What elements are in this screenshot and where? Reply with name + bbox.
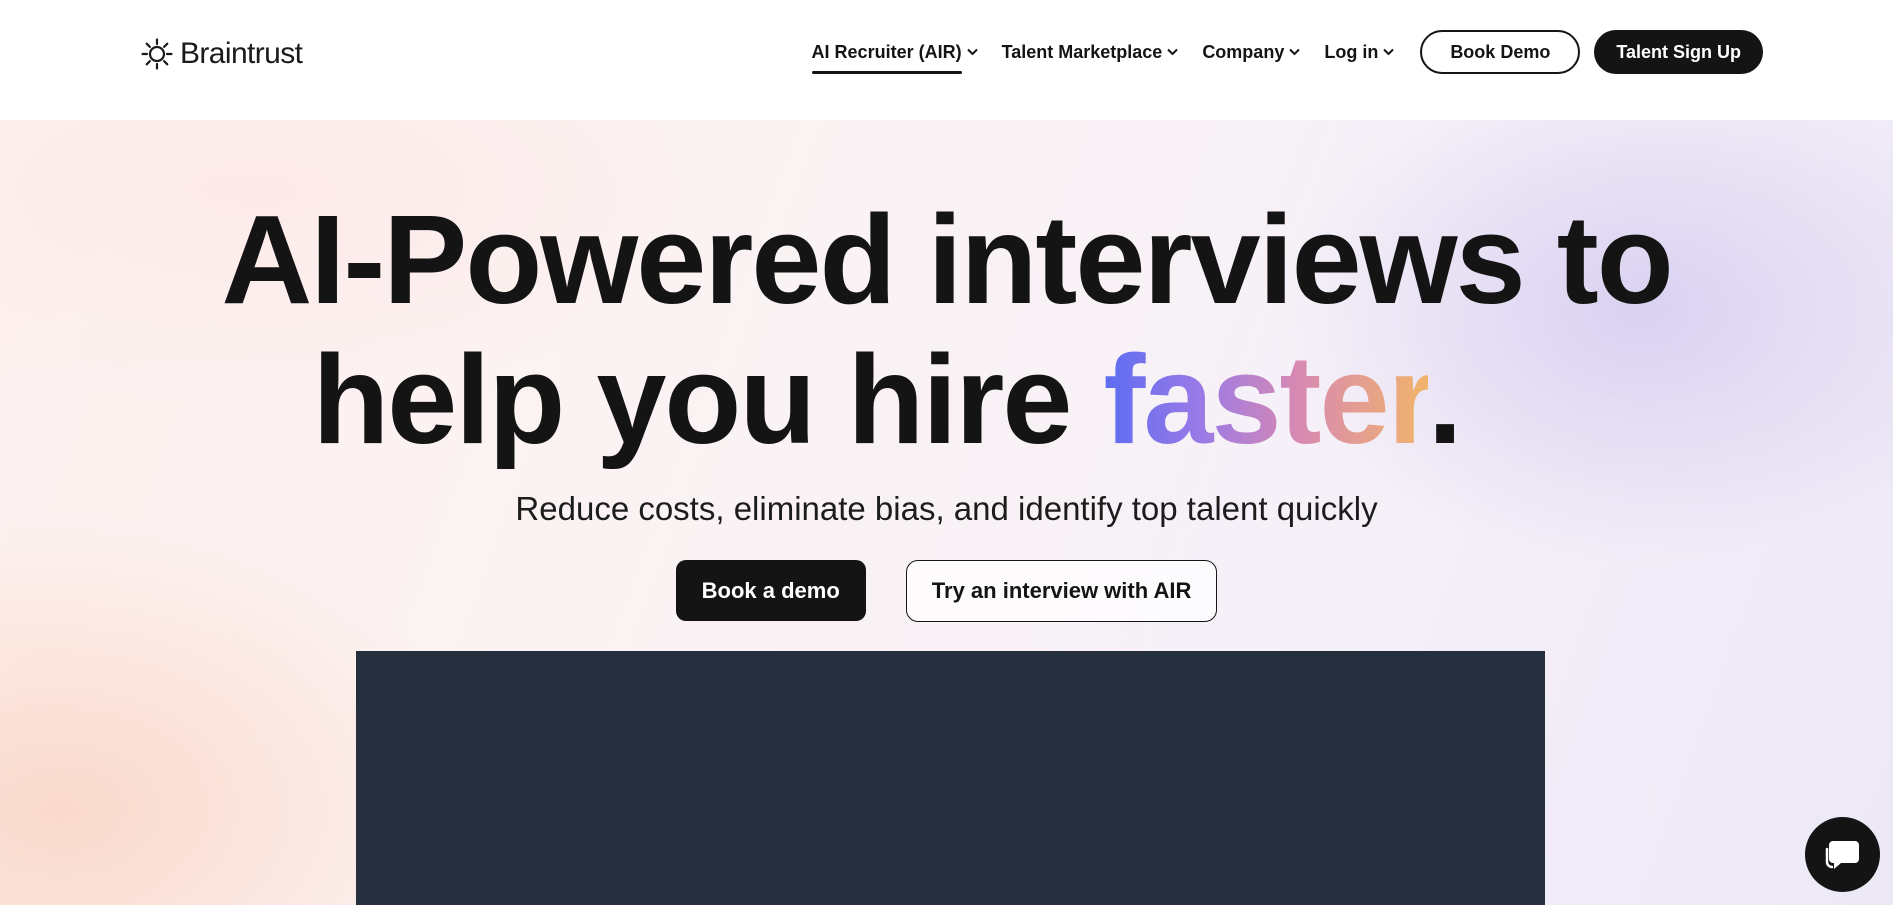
chat-launcher-button[interactable] bbox=[1805, 817, 1880, 892]
nav-item-label: Company bbox=[1202, 41, 1285, 62]
headline-highlight: faster bbox=[1103, 329, 1429, 470]
page: Braintrust AI Recruiter (AIR) Talent Mar… bbox=[0, 0, 1893, 905]
hero-subheadline: Reduce costs, eliminate bias, and identi… bbox=[515, 490, 1378, 527]
book-a-demo-button[interactable]: Book a demo bbox=[675, 560, 866, 621]
chevron-down-icon bbox=[1383, 48, 1395, 56]
chevron-down-icon bbox=[1289, 48, 1301, 56]
nav-item-company[interactable]: Company bbox=[1202, 30, 1301, 74]
nav-item-talent-marketplace[interactable]: Talent Marketplace bbox=[1002, 30, 1179, 74]
main-nav: AI Recruiter (AIR) Talent Marketplace Co… bbox=[811, 30, 1763, 74]
nav-item-label: AI Recruiter (AIR) bbox=[811, 41, 962, 62]
nav-item-label: Log in bbox=[1324, 41, 1379, 62]
nav-item-label: Talent Marketplace bbox=[1001, 41, 1163, 62]
chat-bubble-icon bbox=[1825, 840, 1859, 869]
sun-gear-icon bbox=[141, 38, 173, 70]
hero-cta-row: Book a demo Try an interview with AIR bbox=[0, 560, 1893, 622]
headline-line-2: help you hire faster. bbox=[0, 330, 1893, 470]
brand-name: Braintrust bbox=[180, 37, 303, 70]
nav-item-ai-recruiter[interactable]: AI Recruiter (AIR) bbox=[811, 30, 978, 74]
headline-period: . bbox=[1427, 329, 1463, 470]
chevron-down-icon bbox=[1167, 48, 1179, 56]
chevron-down-icon bbox=[966, 48, 978, 56]
hero-headline: AI-Powered interviews to help you hire f… bbox=[0, 190, 1893, 470]
brand-logo[interactable]: Braintrust bbox=[140, 36, 303, 72]
talent-sign-up-button[interactable]: Talent Sign Up bbox=[1594, 30, 1763, 74]
headline-line-1: AI-Powered interviews to bbox=[221, 189, 1673, 330]
site-header: Braintrust AI Recruiter (AIR) Talent Mar… bbox=[0, 0, 1893, 120]
headline-prefix: help you hire bbox=[312, 329, 1104, 470]
nav-item-log-in[interactable]: Log in bbox=[1324, 30, 1395, 74]
try-interview-button[interactable]: Try an interview with AIR bbox=[905, 560, 1218, 622]
book-demo-button[interactable]: Book Demo bbox=[1420, 30, 1581, 74]
video-panel[interactable] bbox=[356, 651, 1545, 905]
